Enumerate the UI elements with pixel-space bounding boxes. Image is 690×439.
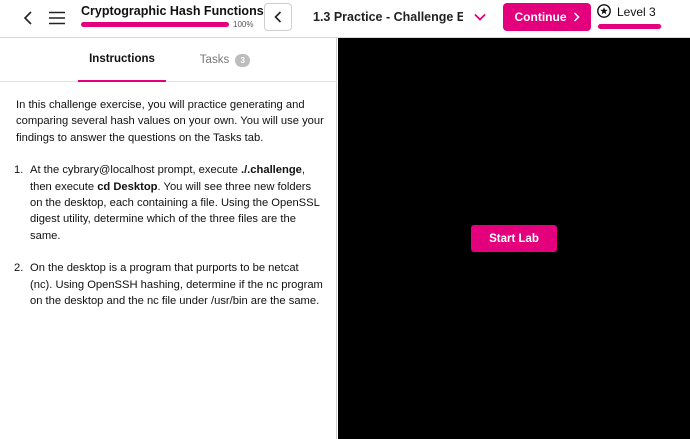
list-item: 2. On the desktop is a program that purp… bbox=[14, 260, 324, 309]
back-button[interactable] bbox=[18, 8, 38, 28]
continue-label: Continue bbox=[514, 10, 567, 24]
lesson-title[interactable]: 1.3 Practice - Challenge Ex... bbox=[313, 10, 463, 24]
chevron-left-icon bbox=[274, 11, 282, 23]
top-bar: Cryptographic Hash Functions 100% 1.3 Pr… bbox=[0, 0, 690, 38]
step-number: 2. bbox=[14, 262, 24, 275]
steps-list: 1. At the cybrary@localhost prompt, exec… bbox=[14, 162, 324, 309]
step-number: 1. bbox=[14, 164, 24, 177]
chevron-right-icon bbox=[573, 12, 580, 22]
level-progress-fill bbox=[598, 24, 661, 29]
star-badge-icon bbox=[597, 4, 611, 18]
level-label: Level 3 bbox=[617, 5, 656, 19]
tab-bar: Instructions Tasks 3 bbox=[0, 38, 337, 82]
course-progress-fill bbox=[81, 22, 229, 27]
command-text: ./.challenge bbox=[240, 164, 302, 177]
tab-tasks-label: Tasks bbox=[199, 54, 230, 66]
command-text: cd Desktop bbox=[97, 180, 158, 193]
menu-button[interactable] bbox=[47, 8, 67, 28]
lab-panel: Start Lab bbox=[338, 38, 690, 439]
course-title: Cryptographic Hash Functions bbox=[81, 4, 264, 18]
tab-tasks[interactable]: Tasks 3 bbox=[190, 38, 260, 82]
instructions-content: In this challenge exercise, you will pra… bbox=[14, 97, 324, 325]
chevron-down-icon[interactable] bbox=[473, 10, 487, 24]
chevron-left-icon bbox=[23, 11, 32, 25]
tasks-count-badge: 3 bbox=[235, 53, 251, 67]
continue-button[interactable]: Continue bbox=[503, 3, 591, 31]
intro-paragraph: In this challenge exercise, you will pra… bbox=[16, 99, 324, 144]
hamburger-menu-icon bbox=[49, 11, 65, 25]
tab-instructions[interactable]: Instructions bbox=[78, 38, 166, 82]
previous-lesson-button[interactable] bbox=[264, 3, 292, 31]
instructions-panel: Instructions Tasks 3 In this challenge e… bbox=[0, 38, 337, 439]
course-progress-percent: 100% bbox=[233, 20, 254, 29]
step-text: At the cybrary@localhost prompt, execute bbox=[30, 164, 241, 177]
course-progress-bar bbox=[81, 22, 229, 27]
start-lab-button[interactable]: Start Lab bbox=[471, 225, 557, 252]
level-progress-bar bbox=[598, 24, 662, 29]
step-text: On the desktop is a program that purport… bbox=[30, 262, 323, 308]
list-item: 1. At the cybrary@localhost prompt, exec… bbox=[14, 162, 324, 244]
